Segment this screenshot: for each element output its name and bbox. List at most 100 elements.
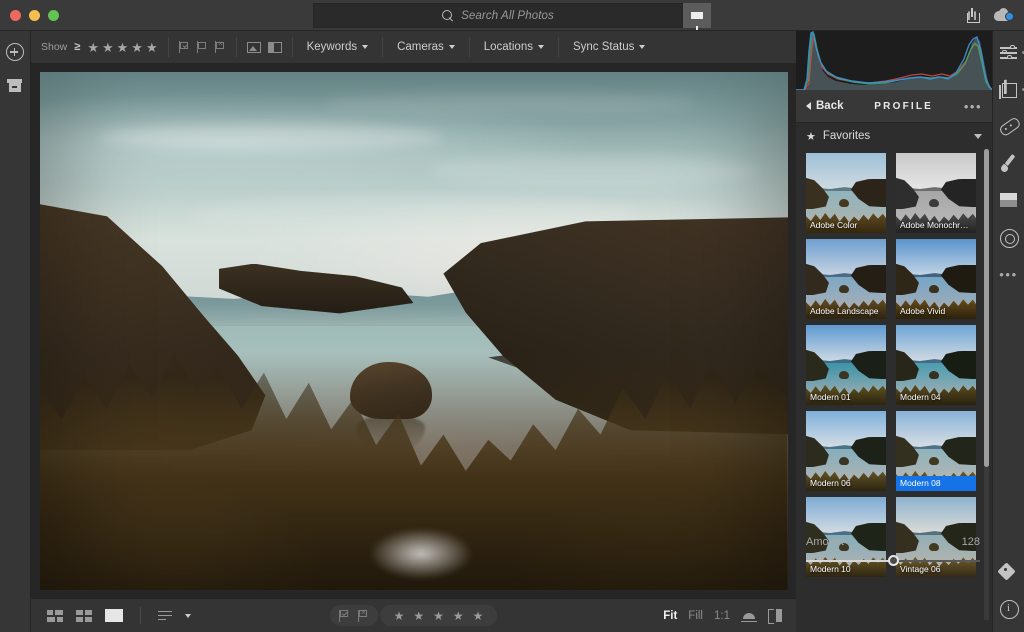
photo-snow-patch bbox=[369, 528, 474, 580]
star-2[interactable]: ★ bbox=[102, 41, 114, 54]
split-view-icon[interactable] bbox=[768, 609, 782, 622]
star-1[interactable]: ★ bbox=[394, 610, 405, 622]
edit-sliders-icon[interactable] bbox=[999, 43, 1018, 62]
scrollbar-thumb[interactable] bbox=[984, 149, 989, 467]
right-panel: Back PROFILE ••• ★ Favorites bbox=[796, 31, 992, 632]
amount-value[interactable]: 128 bbox=[962, 536, 980, 548]
tag-icon[interactable] bbox=[999, 562, 1018, 581]
amount-slider[interactable] bbox=[806, 555, 980, 567]
group-label: Favorites bbox=[823, 130, 870, 142]
single-photo-icon[interactable] bbox=[105, 609, 123, 622]
before-after-icon[interactable] bbox=[741, 610, 757, 622]
chevron-down-icon bbox=[639, 45, 645, 49]
rating-filter[interactable]: Show ≥ ★ ★ ★ ★ ★ bbox=[31, 31, 168, 64]
filter-bar: Show ≥ ★ ★ ★ ★ ★ Keywords bbox=[31, 31, 796, 64]
rating-stars[interactable]: ★ ★ ★ ★ ★ bbox=[87, 41, 157, 54]
more-options-icon[interactable]: ••• bbox=[964, 100, 982, 113]
amount-control: Amount 128 bbox=[796, 532, 992, 573]
chevron-down-icon bbox=[538, 45, 544, 49]
rgb-histogram[interactable] bbox=[796, 31, 992, 90]
flag-pick-icon[interactable] bbox=[339, 610, 350, 622]
radial-gradient-icon[interactable] bbox=[999, 228, 1018, 247]
filter-menu-cameras[interactable]: Cameras bbox=[383, 31, 469, 64]
chevron-down-icon[interactable] bbox=[185, 614, 191, 618]
cloud-sync-icon[interactable] bbox=[994, 8, 1014, 23]
bottom-toolbar: ★ ★ ★ ★ ★ Fit Fill 1:1 bbox=[31, 598, 796, 632]
profile-name: Modern 06 bbox=[806, 476, 886, 491]
star-2[interactable]: ★ bbox=[413, 610, 424, 622]
star-4[interactable]: ★ bbox=[453, 610, 464, 622]
info-icon[interactable] bbox=[999, 599, 1018, 618]
search-input[interactable]: Search All Photos bbox=[313, 3, 683, 28]
star-5[interactable]: ★ bbox=[146, 41, 158, 54]
zoom-fill-button[interactable]: Fill bbox=[688, 610, 703, 622]
profile-thumb-adobe-landscape[interactable]: Adobe Landscape bbox=[806, 239, 886, 319]
photo-stage bbox=[31, 64, 796, 598]
grid-square-icon[interactable] bbox=[76, 610, 92, 622]
window-controls[interactable] bbox=[0, 10, 59, 21]
flag-reject-icon[interactable] bbox=[215, 41, 226, 53]
star-1[interactable]: ★ bbox=[87, 41, 99, 54]
slider-knob[interactable] bbox=[888, 555, 899, 566]
filter-menu-label: Cameras bbox=[397, 41, 444, 53]
media-type-filter bbox=[237, 31, 292, 64]
left-rail bbox=[0, 31, 31, 632]
photo-cloud bbox=[428, 155, 757, 186]
profile-thumb-adobe-monochrome[interactable]: Adobe Monochro… bbox=[896, 153, 976, 233]
filter-funnel-icon bbox=[691, 12, 703, 19]
star-rating-control: ★ ★ ★ ★ ★ bbox=[380, 605, 498, 626]
main-photo[interactable] bbox=[40, 72, 788, 590]
star-3[interactable]: ★ bbox=[433, 610, 444, 622]
back-button[interactable]: Back bbox=[806, 100, 844, 112]
star-4[interactable]: ★ bbox=[131, 41, 143, 54]
add-photos-icon[interactable] bbox=[6, 43, 24, 61]
titlebar: Search All Photos bbox=[0, 0, 1024, 31]
flag-buttons bbox=[330, 605, 378, 626]
profile-thumb-modern-08[interactable]: Modern 08 bbox=[896, 411, 976, 491]
filter-button[interactable] bbox=[683, 3, 711, 28]
close-button[interactable] bbox=[10, 10, 21, 21]
filter-menu-sync-status[interactable]: Sync Status bbox=[559, 31, 659, 64]
flag-unflagged-icon[interactable] bbox=[197, 41, 208, 53]
video-type-icon[interactable] bbox=[268, 42, 282, 53]
flag-pick-icon[interactable] bbox=[179, 41, 190, 53]
filter-menu-label: Sync Status bbox=[573, 41, 634, 53]
share-icon[interactable] bbox=[965, 8, 980, 23]
grid-compact-icon[interactable] bbox=[47, 610, 63, 622]
zoom-controls: Fit Fill 1:1 bbox=[663, 609, 782, 622]
profile-thumb-modern-06[interactable]: Modern 06 bbox=[806, 411, 886, 491]
zoom-1to1-button[interactable]: 1:1 bbox=[714, 610, 730, 622]
photo-type-icon[interactable] bbox=[247, 42, 261, 53]
profile-name: Modern 08 bbox=[896, 476, 976, 491]
crop-icon[interactable] bbox=[999, 80, 1018, 99]
filter-menu-locations[interactable]: Locations bbox=[470, 31, 558, 64]
profile-thumb-modern-01[interactable]: Modern 01 bbox=[806, 325, 886, 405]
filter-menu-keywords[interactable]: Keywords bbox=[293, 31, 383, 64]
right-rail: ••• bbox=[992, 31, 1024, 632]
brush-icon[interactable] bbox=[999, 154, 1018, 173]
flag-reject-icon[interactable] bbox=[358, 610, 369, 622]
maximize-button[interactable] bbox=[48, 10, 59, 21]
linear-gradient-icon[interactable] bbox=[999, 191, 1018, 210]
healing-brush-icon[interactable] bbox=[995, 113, 1021, 139]
chevron-down-icon[interactable] bbox=[974, 134, 982, 139]
titlebar-actions bbox=[965, 0, 1014, 31]
profile-thumb-modern-04[interactable]: Modern 04 bbox=[896, 325, 976, 405]
profile-thumb-adobe-vivid[interactable]: Adobe Vivid bbox=[896, 239, 976, 319]
profile-thumb-adobe-color[interactable]: Adobe Color bbox=[806, 153, 886, 233]
sort-icon[interactable] bbox=[158, 611, 172, 621]
more-options-icon[interactable]: ••• bbox=[999, 265, 1018, 284]
divider bbox=[140, 607, 141, 624]
zoom-fit-button[interactable]: Fit bbox=[663, 610, 677, 622]
search-area: Search All Photos bbox=[313, 3, 711, 28]
chevron-down-icon bbox=[362, 45, 368, 49]
lightroom-window: Search All Photos Show ≥ ★ ★ ★ ★ bbox=[0, 0, 1024, 632]
profile-group-favorites[interactable]: ★ Favorites bbox=[796, 123, 992, 149]
profile-name: Adobe Color bbox=[806, 218, 886, 233]
star-5[interactable]: ★ bbox=[473, 610, 484, 622]
archive-box-icon[interactable] bbox=[6, 77, 24, 95]
minimize-button[interactable] bbox=[29, 10, 40, 21]
star-3[interactable]: ★ bbox=[117, 41, 129, 54]
rating-operator[interactable]: ≥ bbox=[74, 41, 80, 53]
amount-label: Amount bbox=[806, 536, 844, 548]
